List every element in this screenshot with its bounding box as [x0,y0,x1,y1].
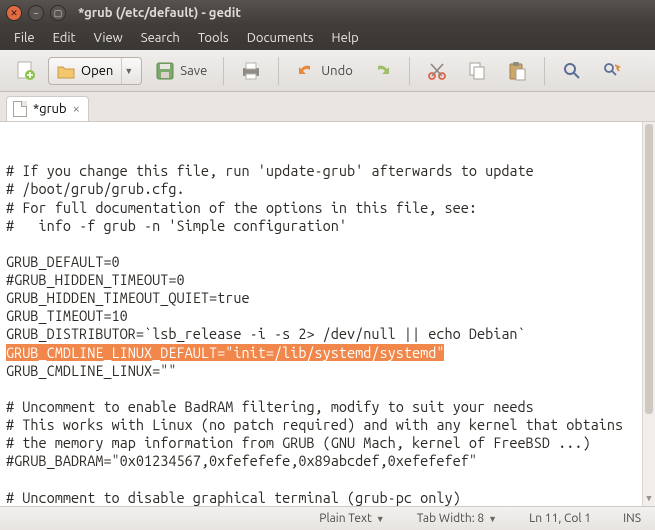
editor-line: # If you change this file, run 'update-g… [6,162,649,180]
search-icon [561,60,583,82]
menu-edit[interactable]: Edit [45,29,84,47]
editor-line: GRUB_CMDLINE_LINUX="" [6,362,649,380]
editor-area[interactable]: # If you change this file, run 'update-g… [0,122,655,506]
new-document-button[interactable] [8,57,42,85]
menu-help[interactable]: Help [324,29,367,47]
chevron-down-icon: ▼ [376,514,385,524]
titlebar: ✕ – ▢ *grub (/etc/default) - gedit [0,0,655,26]
copy-button[interactable] [460,57,494,85]
editor-line: # the memory map information from GRUB (… [6,434,649,452]
editor-line: # info -f grub -n 'Simple configuration' [6,217,649,235]
editor-line: # Uncomment to enable BadRAM filtering, … [6,398,649,416]
menu-view[interactable]: View [86,29,131,47]
open-button[interactable]: Open ▼ [48,57,142,85]
copy-icon [466,60,488,82]
tab-bar: *grub × [0,92,655,122]
cut-button[interactable] [420,57,454,85]
find-replace-button[interactable] [595,57,629,85]
syntax-label: Plain Text [319,512,372,525]
undo-button[interactable]: Undo [289,57,359,85]
editor-line [6,380,649,398]
paste-button[interactable] [500,57,534,85]
save-icon [154,60,176,82]
editor-line: # This works with Linux (no patch requir… [6,416,649,434]
separator [544,57,545,85]
syntax-selector[interactable]: Plain Text ▼ [313,512,390,525]
window-minimize-button[interactable]: – [28,5,44,21]
separator [409,57,410,85]
tab-width-label: Tab Width: 8 [417,512,484,525]
open-label: Open [81,64,113,78]
redo-icon [371,60,393,82]
editor-line: GRUB_TIMEOUT=10 [6,307,649,325]
save-label: Save [180,64,207,78]
menu-search[interactable]: Search [133,29,188,47]
document-icon [13,101,27,117]
separator [278,57,279,85]
find-replace-icon [601,60,623,82]
tab-label: *grub [33,102,67,116]
editor-line: #GRUB_BADRAM="0x01234567,0xfefefefe,0x89… [6,452,649,470]
open-dropdown[interactable]: ▼ [121,58,135,84]
editor-line: #GRUB_HIDDEN_TIMEOUT=0 [6,271,649,289]
paste-icon [506,60,528,82]
undo-label: Undo [321,64,353,78]
insert-mode: INS [617,512,647,525]
scissors-icon [426,60,448,82]
editor-line [6,235,649,253]
tab-width-selector[interactable]: Tab Width: 8 ▼ [411,512,503,525]
editor-line: # /boot/grub/grub.cfg. [6,180,649,198]
new-document-icon [14,60,36,82]
folder-open-icon [55,60,77,82]
print-button[interactable] [234,57,268,85]
menu-file[interactable]: File [6,29,43,47]
separator [223,57,224,85]
menu-documents[interactable]: Documents [239,29,322,47]
scroll-down-button[interactable]: ▼ [643,492,655,506]
find-button[interactable] [555,57,589,85]
tab-close-button[interactable]: × [73,102,80,116]
tab-grub[interactable]: *grub × [6,96,89,121]
menu-tools[interactable]: Tools [190,29,237,47]
window-close-button[interactable]: ✕ [6,5,22,21]
editor-line: GRUB_CMDLINE_LINUX_DEFAULT="init=/lib/sy… [6,344,649,362]
undo-icon [295,60,317,82]
chevron-down-icon: ▼ [488,514,497,524]
scrollbar-thumb[interactable] [645,124,653,414]
editor-line: GRUB_HIDDEN_TIMEOUT_QUIET=true [6,289,649,307]
editor-line: GRUB_DEFAULT=0 [6,253,649,271]
editor-line: GRUB_DISTRIBUTOR=`lsb_release -i -s 2> /… [6,325,649,343]
editor-line: # For full documentation of the options … [6,199,649,217]
editor-line: # Uncomment to disable graphical termina… [6,489,649,507]
menubar: File Edit View Search Tools Documents He… [0,26,655,50]
redo-button[interactable] [365,57,399,85]
cursor-position: Ln 11, Col 1 [523,512,597,525]
save-button[interactable]: Save [148,57,213,85]
window-title: *grub (/etc/default) - gedit [78,6,241,20]
statusbar: Plain Text ▼ Tab Width: 8 ▼ Ln 11, Col 1… [0,506,655,530]
print-icon [240,60,262,82]
vertical-scrollbar[interactable]: ▲ ▼ [642,122,655,506]
toolbar: Open ▼ Save Undo [0,50,655,92]
window-maximize-button[interactable]: ▢ [50,5,66,21]
editor-line [6,470,649,488]
